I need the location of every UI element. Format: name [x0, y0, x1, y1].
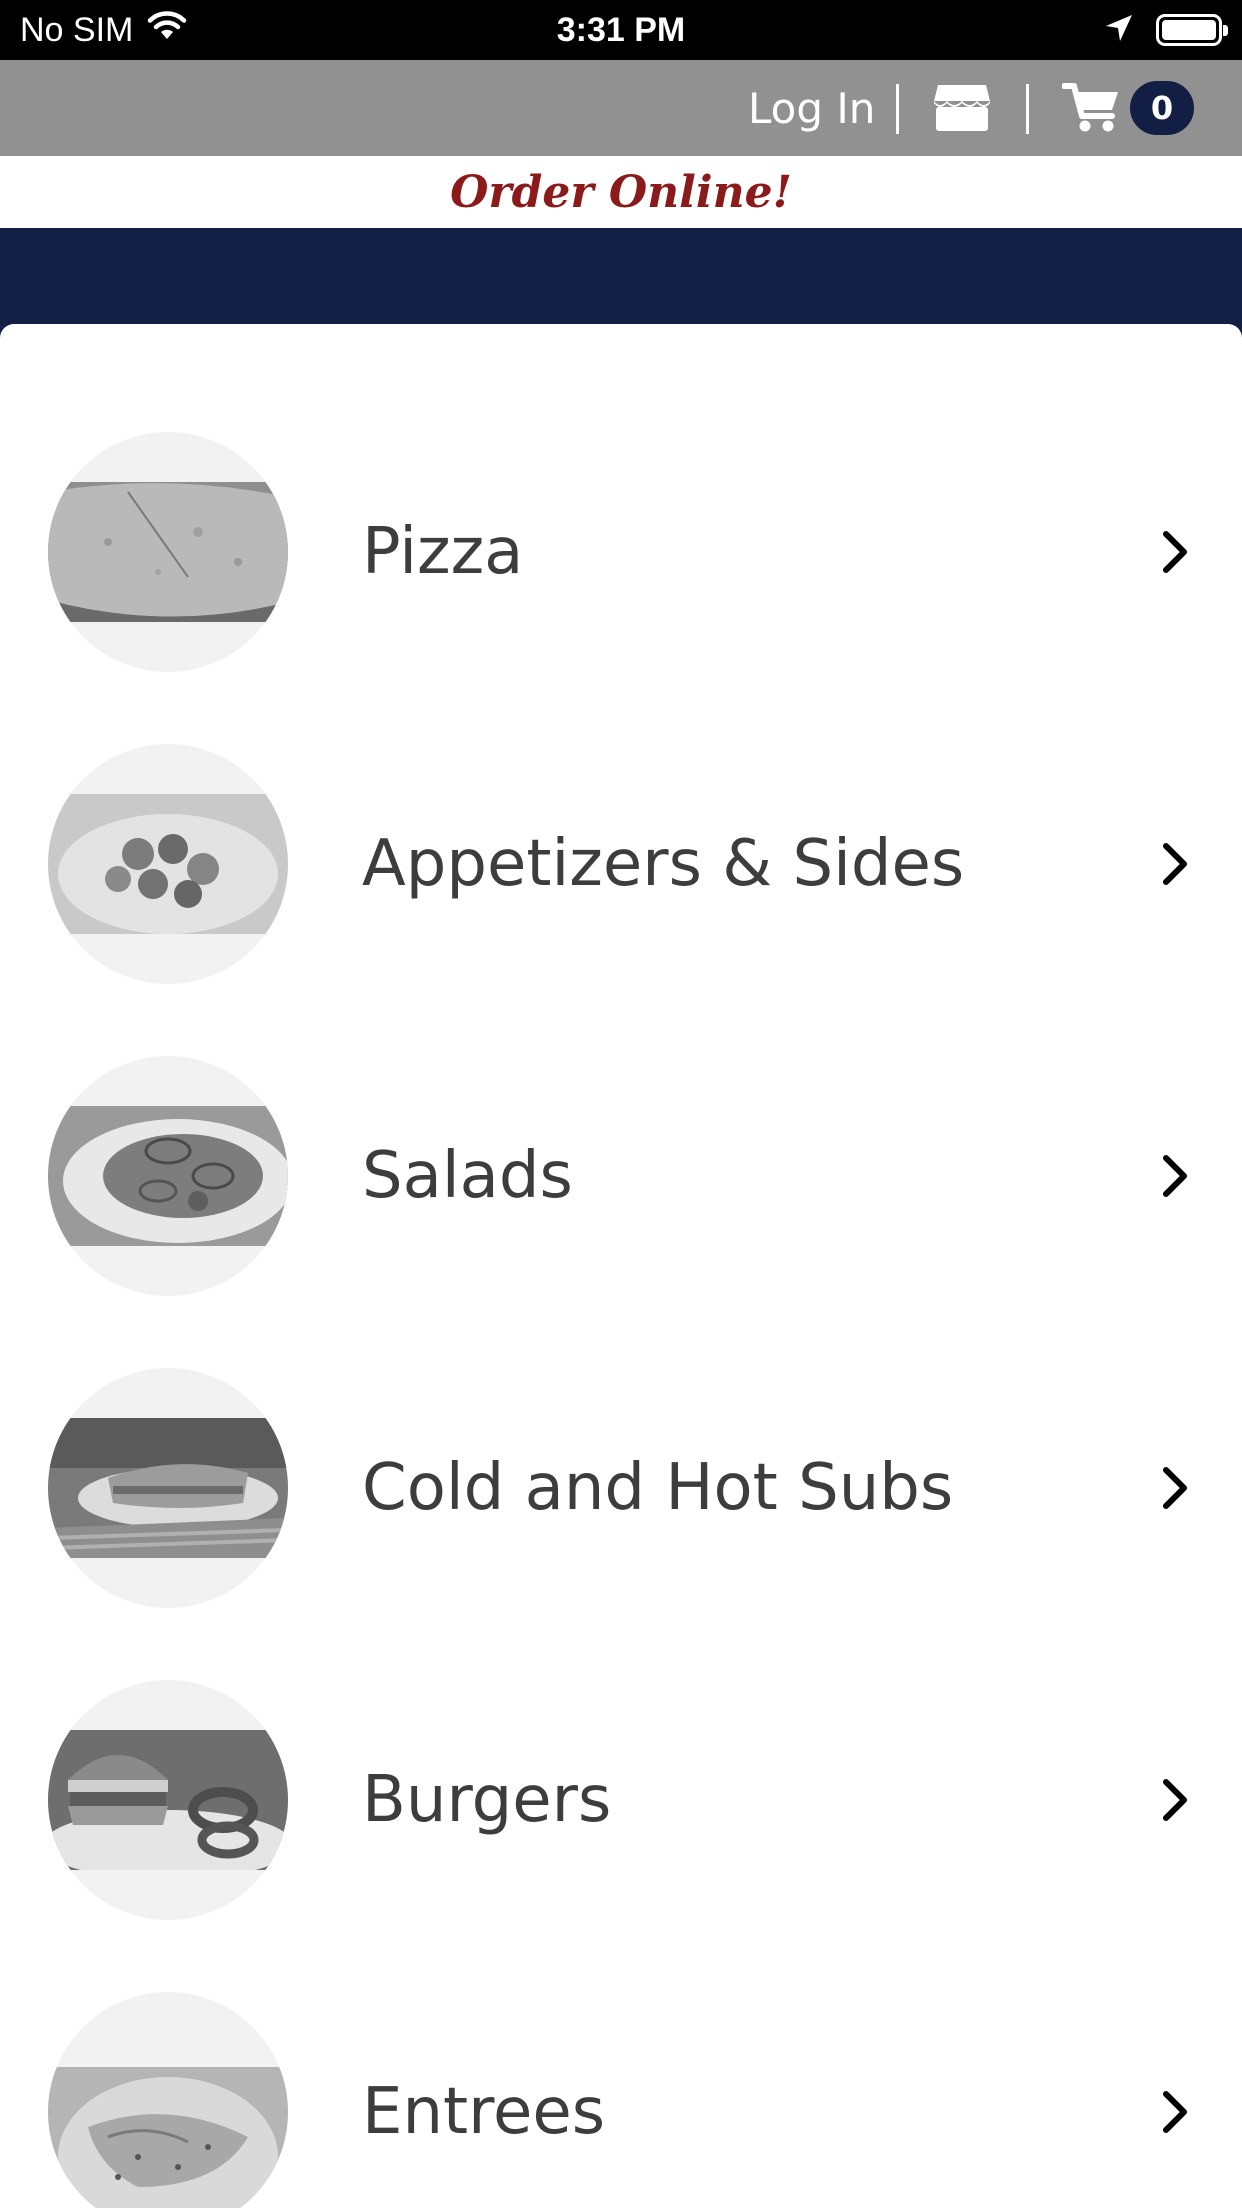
- category-thumbnail: [48, 744, 288, 984]
- pizza-photo: [48, 482, 288, 622]
- category-row-burgers[interactable]: Burgers: [0, 1680, 1242, 1920]
- chevron-right-icon: [1160, 1778, 1190, 1826]
- category-row-cold-hot-subs[interactable]: Cold and Hot Subs: [0, 1368, 1242, 1608]
- chevron-right-icon: [1160, 530, 1190, 578]
- chevron-right-icon: [1160, 842, 1190, 890]
- category-row-entrees[interactable]: Entrees: [0, 1992, 1242, 2208]
- chevron-right-icon: [1160, 2090, 1190, 2138]
- chevron-right-icon: [1160, 1466, 1190, 1514]
- category-thumbnail: [48, 1992, 288, 2208]
- entree-photo: [48, 2067, 288, 2208]
- burger-photo: [48, 1730, 288, 1870]
- category-label: Burgers: [362, 1763, 612, 1837]
- battery-icon: [1156, 14, 1228, 46]
- store-icon[interactable]: [932, 83, 992, 137]
- category-label: Salads: [362, 1139, 573, 1213]
- login-link[interactable]: Log In: [748, 60, 875, 156]
- status-bar: No SIM 3:31 PM: [0, 0, 1242, 60]
- category-row-pizza[interactable]: Pizza: [0, 432, 1242, 672]
- status-time: 3:31 PM: [556, 10, 686, 49]
- category-thumbnail: [48, 432, 288, 672]
- top-bar: Log In 0: [0, 60, 1242, 156]
- sub-photo: [48, 1418, 288, 1558]
- cart-count-badge[interactable]: 0: [1130, 81, 1194, 135]
- cart-icon[interactable]: [1061, 80, 1122, 138]
- category-thumbnail: [48, 1056, 288, 1296]
- header-divider: [1026, 84, 1029, 134]
- header-divider: [896, 84, 899, 134]
- category-row-appetizers-sides[interactable]: Appetizers & Sides: [0, 744, 1242, 984]
- location-arrow-icon: [1104, 13, 1134, 47]
- category-list: Pizza Appetizers & Sides Salads Cold and…: [0, 324, 1242, 2208]
- category-thumbnail: [48, 1680, 288, 1920]
- status-right: [1104, 0, 1228, 60]
- category-label: Appetizers & Sides: [362, 827, 965, 901]
- appetizers-photo: [48, 794, 288, 934]
- category-label: Entrees: [362, 2075, 606, 2149]
- salad-photo: [48, 1106, 288, 1246]
- banner-text: Order Online!: [450, 166, 792, 218]
- order-online-banner: Order Online!: [0, 156, 1242, 228]
- chevron-right-icon: [1160, 1154, 1190, 1202]
- category-label: Cold and Hot Subs: [362, 1451, 954, 1525]
- category-thumbnail: [48, 1368, 288, 1608]
- category-row-salads[interactable]: Salads: [0, 1056, 1242, 1296]
- category-label: Pizza: [362, 515, 524, 589]
